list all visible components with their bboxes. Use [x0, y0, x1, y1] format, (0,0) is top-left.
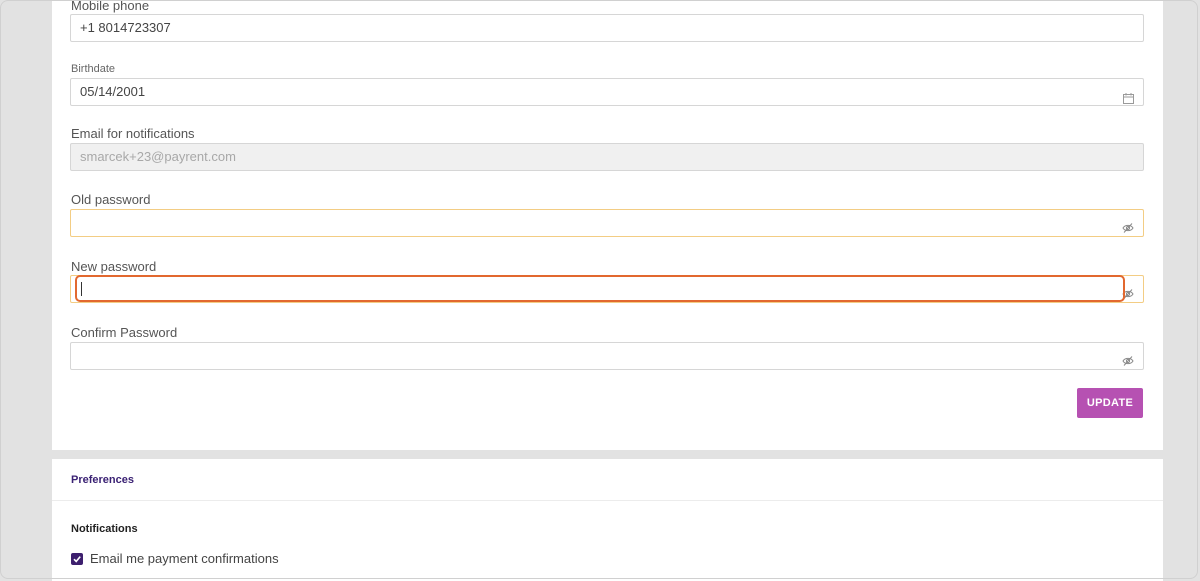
- preferences-title: Preferences: [71, 474, 134, 486]
- eye-slash-icon[interactable]: [1122, 350, 1134, 366]
- birthdate-input[interactable]: 05/14/2001: [70, 78, 1144, 106]
- update-button[interactable]: UPDATE: [1077, 388, 1143, 418]
- mobile-phone-input[interactable]: +1 8014723307: [70, 14, 1144, 42]
- email-notifications-field: smarcek+23@payrent.com: [70, 143, 1144, 171]
- confirm-password-label: Confirm Password: [71, 325, 178, 340]
- payment-confirmations-checkbox[interactable]: [71, 553, 83, 565]
- payment-confirmations-label: Email me payment confirmations: [90, 551, 279, 566]
- preferences-card: Preferences Notifications Email me payme…: [52, 459, 1163, 581]
- email-notifications-value: smarcek+23@payrent.com: [80, 149, 236, 164]
- mobile-phone-label: Mobile phone: [71, 0, 150, 13]
- focus-highlight: [75, 275, 1125, 302]
- birthdate-label: Birthdate: [71, 63, 116, 75]
- notifications-heading: Notifications: [71, 523, 138, 535]
- checkmark-icon: [73, 556, 81, 563]
- eye-slash-icon[interactable]: [1122, 217, 1134, 233]
- calendar-icon[interactable]: [1123, 87, 1134, 104]
- profile-card: Mobile phone +1 8014723307 Birthdate 05/…: [52, 0, 1163, 450]
- divider: [52, 500, 1163, 501]
- old-password-label: Old password: [71, 192, 151, 207]
- mobile-phone-value: +1 8014723307: [80, 20, 171, 35]
- new-password-label: New password: [71, 259, 157, 274]
- birthdate-value: 05/14/2001: [80, 84, 146, 99]
- old-password-input[interactable]: [70, 209, 1144, 237]
- text-cursor: [81, 282, 82, 296]
- email-notifications-label: Email for notifications: [71, 126, 195, 141]
- confirm-password-input[interactable]: [70, 342, 1144, 370]
